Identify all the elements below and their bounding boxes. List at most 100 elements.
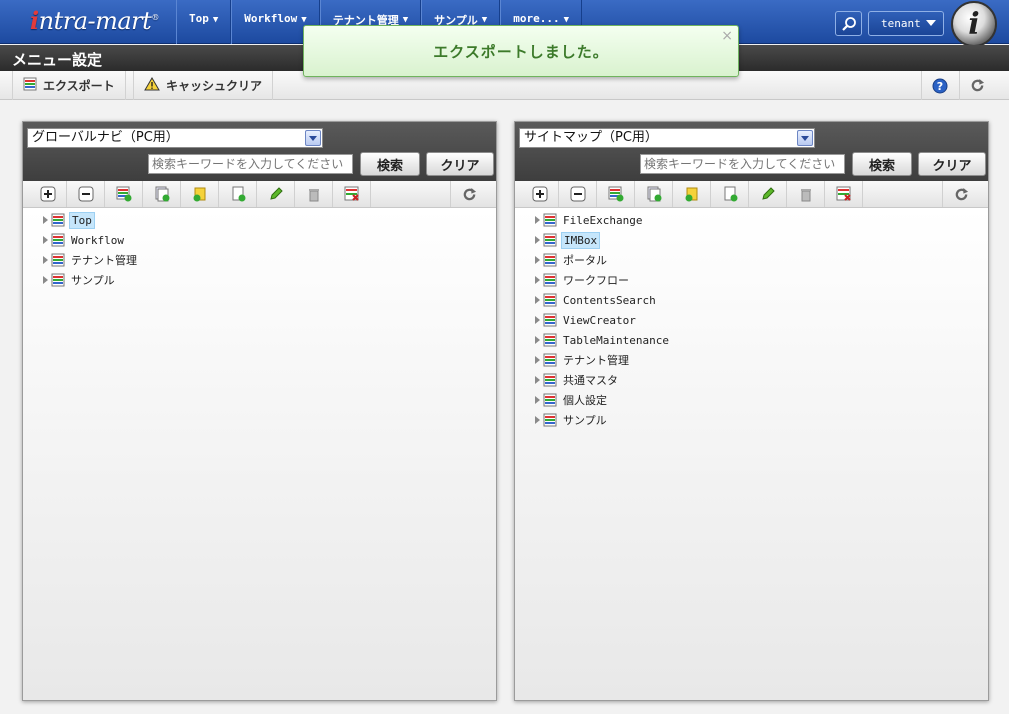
tenant-dropdown[interactable]: tenant [868, 11, 944, 36]
tree-node-label[interactable]: ポータル [561, 251, 609, 269]
sitemap-panel: サイトマップ（PC用） 検索 クリア FileExchange IMBox ポー… [514, 121, 989, 701]
expand-arrow-icon[interactable] [43, 256, 48, 264]
caret-down-icon: ▼ [563, 15, 569, 25]
expand-arrow-icon[interactable] [535, 356, 540, 364]
tree-node[interactable]: ContentsSearch [535, 290, 671, 310]
expand-arrow-icon[interactable] [535, 216, 540, 224]
tree-node[interactable]: FileExchange [535, 210, 671, 230]
tree-node[interactable]: 個人設定 [535, 390, 671, 410]
nav-item-label: Top [189, 12, 209, 25]
expand-arrow-icon[interactable] [43, 236, 48, 244]
trash-icon [308, 189, 319, 202]
tree-node-label[interactable]: ViewCreator [561, 313, 638, 328]
add-menu-group-button[interactable] [597, 181, 635, 207]
add-item-button[interactable] [711, 181, 749, 207]
tree-node[interactable]: ViewCreator [535, 310, 671, 330]
menu-type-select[interactable]: グローバルナビ（PC用） [27, 128, 323, 148]
checklist-icon [344, 186, 359, 201]
tree-refresh-button[interactable] [942, 181, 980, 207]
export-button[interactable]: エクスポート [12, 71, 126, 100]
tree-node-label[interactable]: ContentsSearch [561, 293, 658, 308]
tree-node[interactable]: ワークフロー [535, 270, 671, 290]
clear-button[interactable]: クリア [426, 152, 494, 176]
add-folder-button[interactable] [673, 181, 711, 207]
tree-toolbar [23, 181, 496, 208]
tree-node[interactable]: IMBox [535, 230, 671, 250]
expand-arrow-icon[interactable] [43, 216, 48, 224]
expand-arrow-icon[interactable] [535, 416, 540, 424]
add-menu-group-button[interactable] [105, 181, 143, 207]
intra-mart-i-logo[interactable]: i [951, 1, 997, 47]
copy-menu-button[interactable] [635, 181, 673, 207]
menu-group-icon [51, 253, 65, 267]
add-folder-button[interactable] [181, 181, 219, 207]
expand-arrow-icon[interactable] [535, 316, 540, 324]
search-input[interactable] [640, 154, 845, 174]
tree-node-label[interactable]: IMBox [561, 231, 601, 249]
expand-arrow-icon[interactable] [535, 296, 540, 304]
export-label: エクスポート [43, 79, 115, 93]
reload-button[interactable] [959, 71, 995, 100]
nav-item-label: more... [513, 12, 560, 25]
edit-button[interactable] [257, 181, 295, 207]
expand-arrow-icon[interactable] [535, 236, 540, 244]
tree-node[interactable]: Workflow [43, 230, 139, 250]
menu-group-add-icon [116, 186, 131, 202]
header-search-button[interactable] [835, 11, 862, 36]
tree-node[interactable]: TableMaintenance [535, 330, 671, 350]
tree-node-label[interactable]: 個人設定 [561, 391, 609, 409]
expand-arrow-icon[interactable] [535, 376, 540, 384]
tree-node[interactable]: サンプル [535, 410, 671, 430]
tree-node-label[interactable]: Top [69, 211, 95, 229]
tree-node[interactable]: テナント管理 [535, 350, 671, 370]
expand-arrow-icon[interactable] [535, 336, 540, 344]
tree-node-label[interactable]: サンプル [561, 411, 609, 429]
edit-button[interactable] [749, 181, 787, 207]
delete-button[interactable] [787, 181, 825, 207]
tree-node[interactable]: サンプル [43, 270, 139, 290]
expand-all-button[interactable] [521, 181, 559, 207]
collapse-all-button[interactable] [559, 181, 597, 207]
expand-arrow-icon[interactable] [535, 276, 540, 284]
expand-all-button[interactable] [29, 181, 67, 207]
copy-menu-button[interactable] [143, 181, 181, 207]
tree-node[interactable]: Top [43, 210, 139, 230]
menu-group-icon [51, 273, 65, 287]
tree-refresh-button[interactable] [450, 181, 488, 207]
search-button[interactable]: 検索 [360, 152, 420, 176]
expand-arrow-icon[interactable] [535, 256, 540, 264]
tree-node-label[interactable]: Workflow [69, 233, 126, 248]
cache-clear-button[interactable]: キャッシュクリア [133, 71, 274, 100]
tree-node[interactable]: ポータル [535, 250, 671, 270]
tree-node-label[interactable]: ワークフロー [561, 271, 631, 289]
cache-clear-label: キャッシュクリア [166, 79, 263, 93]
help-button[interactable]: ? [921, 71, 957, 100]
tree-node-label[interactable]: 共通マスタ [561, 371, 620, 389]
tree-node-label[interactable]: テナント管理 [561, 351, 631, 369]
expand-arrow-icon[interactable] [535, 396, 540, 404]
tree-node-label[interactable]: FileExchange [561, 213, 644, 228]
tree-node[interactable]: 共通マスタ [535, 370, 671, 390]
menu-type-select[interactable]: サイトマップ（PC用） [519, 128, 815, 148]
bulk-update-button[interactable] [825, 181, 863, 207]
intra-mart-logo[interactable]: intra-mart® [30, 6, 159, 35]
search-button[interactable]: 検索 [852, 152, 912, 176]
chevron-down-icon [797, 130, 813, 146]
tree-node[interactable]: テナント管理 [43, 250, 139, 270]
collapse-all-button[interactable] [67, 181, 105, 207]
nav-item-top[interactable]: Top ▼ [176, 0, 232, 44]
search-input[interactable] [148, 154, 353, 174]
add-item-button[interactable] [219, 181, 257, 207]
expand-arrow-icon[interactable] [43, 276, 48, 284]
menu-group-icon [543, 213, 557, 227]
menu-group-icon [543, 233, 557, 247]
export-notification: エクスポートしました。 × [303, 25, 739, 77]
tree-node-label[interactable]: テナント管理 [69, 251, 139, 269]
delete-button[interactable] [295, 181, 333, 207]
clear-button[interactable]: クリア [918, 152, 986, 176]
close-icon[interactable]: × [721, 28, 733, 44]
bulk-update-button[interactable] [333, 181, 371, 207]
tree-node-label[interactable]: サンプル [69, 271, 117, 289]
panel-header: グローバルナビ（PC用） 検索 クリア [23, 122, 496, 181]
tree-node-label[interactable]: TableMaintenance [561, 333, 671, 348]
